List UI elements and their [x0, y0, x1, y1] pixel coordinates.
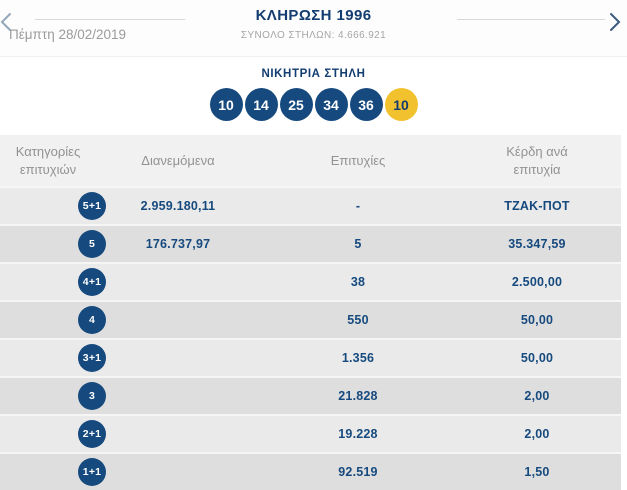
column-header-per-win: Κέρδη ανά επιτυχία [490, 143, 584, 178]
results-table: Κατηγορίες επιτυχιών Διανεμόμενα Επιτυχί… [0, 135, 627, 490]
category-badge: 3 [78, 382, 106, 410]
category-cell: 5 [0, 230, 130, 258]
wins-cell: 19.228 [226, 427, 490, 441]
column-header-categories: Κατηγορίες επιτυχιών [0, 143, 130, 178]
table-row: 2+1 19.2282,00 [0, 414, 621, 452]
draw-navigator: Πέμπτη 28/02/2019 ΚΛΗΡΩΣΗ 1996 ΣΥΝΟΛΟ ΣΤ… [0, 0, 627, 57]
per-win-cell: ΤΖΑΚ-ΠΟΤ [490, 199, 584, 213]
per-win-cell: 2.500,00 [490, 275, 584, 289]
winning-column-title: ΝΙΚΗΤΡΙΑ ΣΤΗΛΗ [0, 68, 627, 80]
category-cell: 3+1 [0, 344, 130, 372]
category-cell: 1+1 [0, 458, 130, 486]
joker-draw-results: Πέμπτη 28/02/2019 ΚΛΗΡΩΣΗ 1996 ΣΥΝΟΛΟ ΣΤ… [0, 0, 627, 490]
wins-cell: 5 [226, 237, 490, 251]
category-badge: 2+1 [78, 420, 106, 448]
column-header-distributed: Διανεμόμενα [130, 152, 226, 170]
divider [457, 19, 605, 20]
table-header: Κατηγορίες επιτυχιών Διανεμόμενα Επιτυχί… [0, 135, 621, 186]
next-draw-button[interactable] [607, 10, 624, 37]
category-badge: 1+1 [78, 458, 106, 486]
total-columns: ΣΥΝΟΛΟ ΣΤΗΛΩΝ: 4.666.921 [0, 30, 627, 41]
wins-cell: 550 [226, 313, 490, 327]
wins-cell: 38 [226, 275, 490, 289]
joker-number-ball: 10 [385, 88, 418, 121]
draw-heading: ΚΛΗΡΩΣΗ 1996 ΣΥΝΟΛΟ ΣΤΗΛΩΝ: 4.666.921 [0, 7, 627, 41]
table-row: 3+1 1.35650,00 [0, 338, 621, 376]
category-cell: 3 [0, 382, 130, 410]
table-body: 5+12.959.180,11-ΤΖΑΚ-ΠΟΤ5176.737,97535.3… [0, 186, 627, 490]
winning-number-ball: 34 [315, 88, 348, 121]
per-win-cell: 50,00 [490, 313, 584, 327]
wins-cell: 92.519 [226, 465, 490, 479]
category-cell: 2+1 [0, 420, 130, 448]
winning-numbers: 101425343610 [0, 88, 627, 121]
table-row: 4 55050,00 [0, 300, 621, 338]
winning-number-ball: 10 [210, 88, 243, 121]
per-win-cell: 2,00 [490, 427, 584, 441]
winning-number-ball: 36 [350, 88, 383, 121]
per-win-cell: 35.347,59 [490, 237, 584, 251]
winning-number-ball: 14 [245, 88, 278, 121]
winning-column-section: ΝΙΚΗΤΡΙΑ ΣΤΗΛΗ 101425343610 [0, 57, 627, 135]
table-row: 5+1 2.959.180,11-ΤΖΑΚ-ΠΟΤ [0, 186, 621, 224]
column-header-wins: Επιτυχίες [226, 152, 490, 170]
wins-cell: - [226, 199, 490, 213]
category-cell: 4 [0, 306, 130, 334]
category-badge: 5+1 [78, 192, 106, 220]
wins-cell: 1.356 [226, 351, 490, 365]
category-badge: 4 [78, 306, 106, 334]
table-row: 4+1 382.500,00 [0, 262, 621, 300]
category-badge: 3+1 [78, 344, 106, 372]
winning-number-ball: 25 [280, 88, 313, 121]
chevron-right-icon [609, 12, 622, 32]
distributed-cell: 176.737,97 [130, 237, 226, 251]
wins-cell: 21.828 [226, 389, 490, 403]
table-row: 3 21.8282,00 [0, 376, 621, 414]
per-win-cell: 50,00 [490, 351, 584, 365]
draw-title: ΚΛΗΡΩΣΗ 1996 [0, 7, 627, 24]
per-win-cell: 2,00 [490, 389, 584, 403]
category-badge: 5 [78, 230, 106, 258]
category-badge: 4+1 [78, 268, 106, 296]
table-row: 5176.737,97535.347,59 [0, 224, 621, 262]
table-row: 1+1 92.5191,50 [0, 452, 621, 490]
category-cell: 4+1 [0, 268, 130, 296]
per-win-cell: 1,50 [490, 465, 584, 479]
category-cell: 5+1 [0, 192, 130, 220]
distributed-cell: 2.959.180,11 [130, 199, 226, 213]
